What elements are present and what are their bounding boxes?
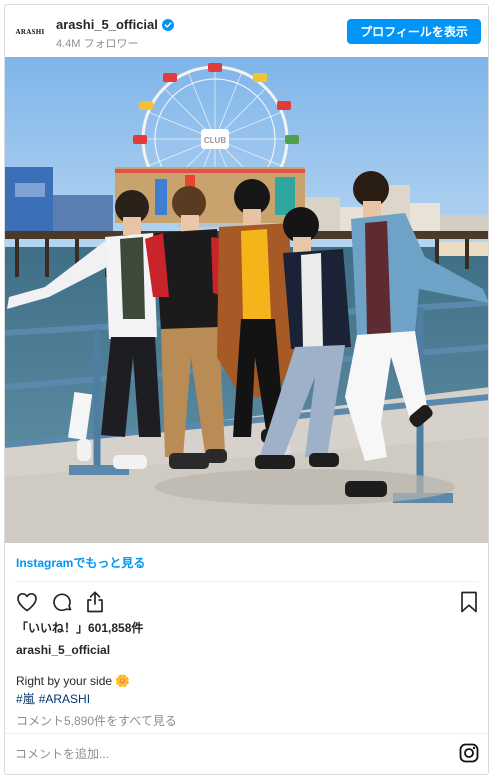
- photo-illustration: CLUB: [5, 57, 488, 543]
- comment-icon[interactable]: [50, 590, 74, 614]
- view-more-on-instagram-link[interactable]: Instagramでもっと見る: [16, 554, 145, 571]
- bookmark-icon[interactable]: [458, 590, 480, 614]
- caption-text: Right by your side 🌼: [16, 674, 131, 688]
- post-photo[interactable]: CLUB: [5, 57, 488, 543]
- action-bar: [13, 590, 483, 616]
- caption-username[interactable]: arashi_5_official: [16, 643, 110, 657]
- divider: [15, 581, 478, 582]
- instagram-embed-card: ARASHI arashi_5_official 4.4M フォロワー プロフィ…: [4, 4, 489, 775]
- username[interactable]: arashi_5_official: [56, 17, 158, 32]
- comment-input[interactable]: [15, 744, 415, 764]
- verified-badge-icon: [161, 19, 174, 31]
- like-count[interactable]: 「いいね！」601,858件: [16, 619, 143, 636]
- heart-icon[interactable]: [15, 590, 39, 614]
- share-icon[interactable]: [84, 590, 106, 614]
- comment-bar: [5, 733, 488, 774]
- hashtag-link[interactable]: #ARASHI: [39, 692, 90, 706]
- view-profile-button[interactable]: プロフィールを表示: [347, 19, 481, 44]
- caption-hashtags: #嵐 #ARASHI: [16, 690, 94, 707]
- instagram-logo-icon[interactable]: [459, 743, 479, 763]
- post-header: ARASHI arashi_5_official 4.4M フォロワー プロフィ…: [5, 5, 488, 57]
- follower-count: 4.4M フォロワー: [56, 38, 139, 50]
- username-row: arashi_5_official: [56, 17, 174, 32]
- avatar[interactable]: ARASHI: [15, 17, 45, 47]
- hashtag-link[interactable]: #嵐: [16, 692, 35, 706]
- view-all-comments-link[interactable]: コメント5,890件をすべて見る: [16, 712, 177, 729]
- wheel-sign: CLUB: [204, 136, 226, 145]
